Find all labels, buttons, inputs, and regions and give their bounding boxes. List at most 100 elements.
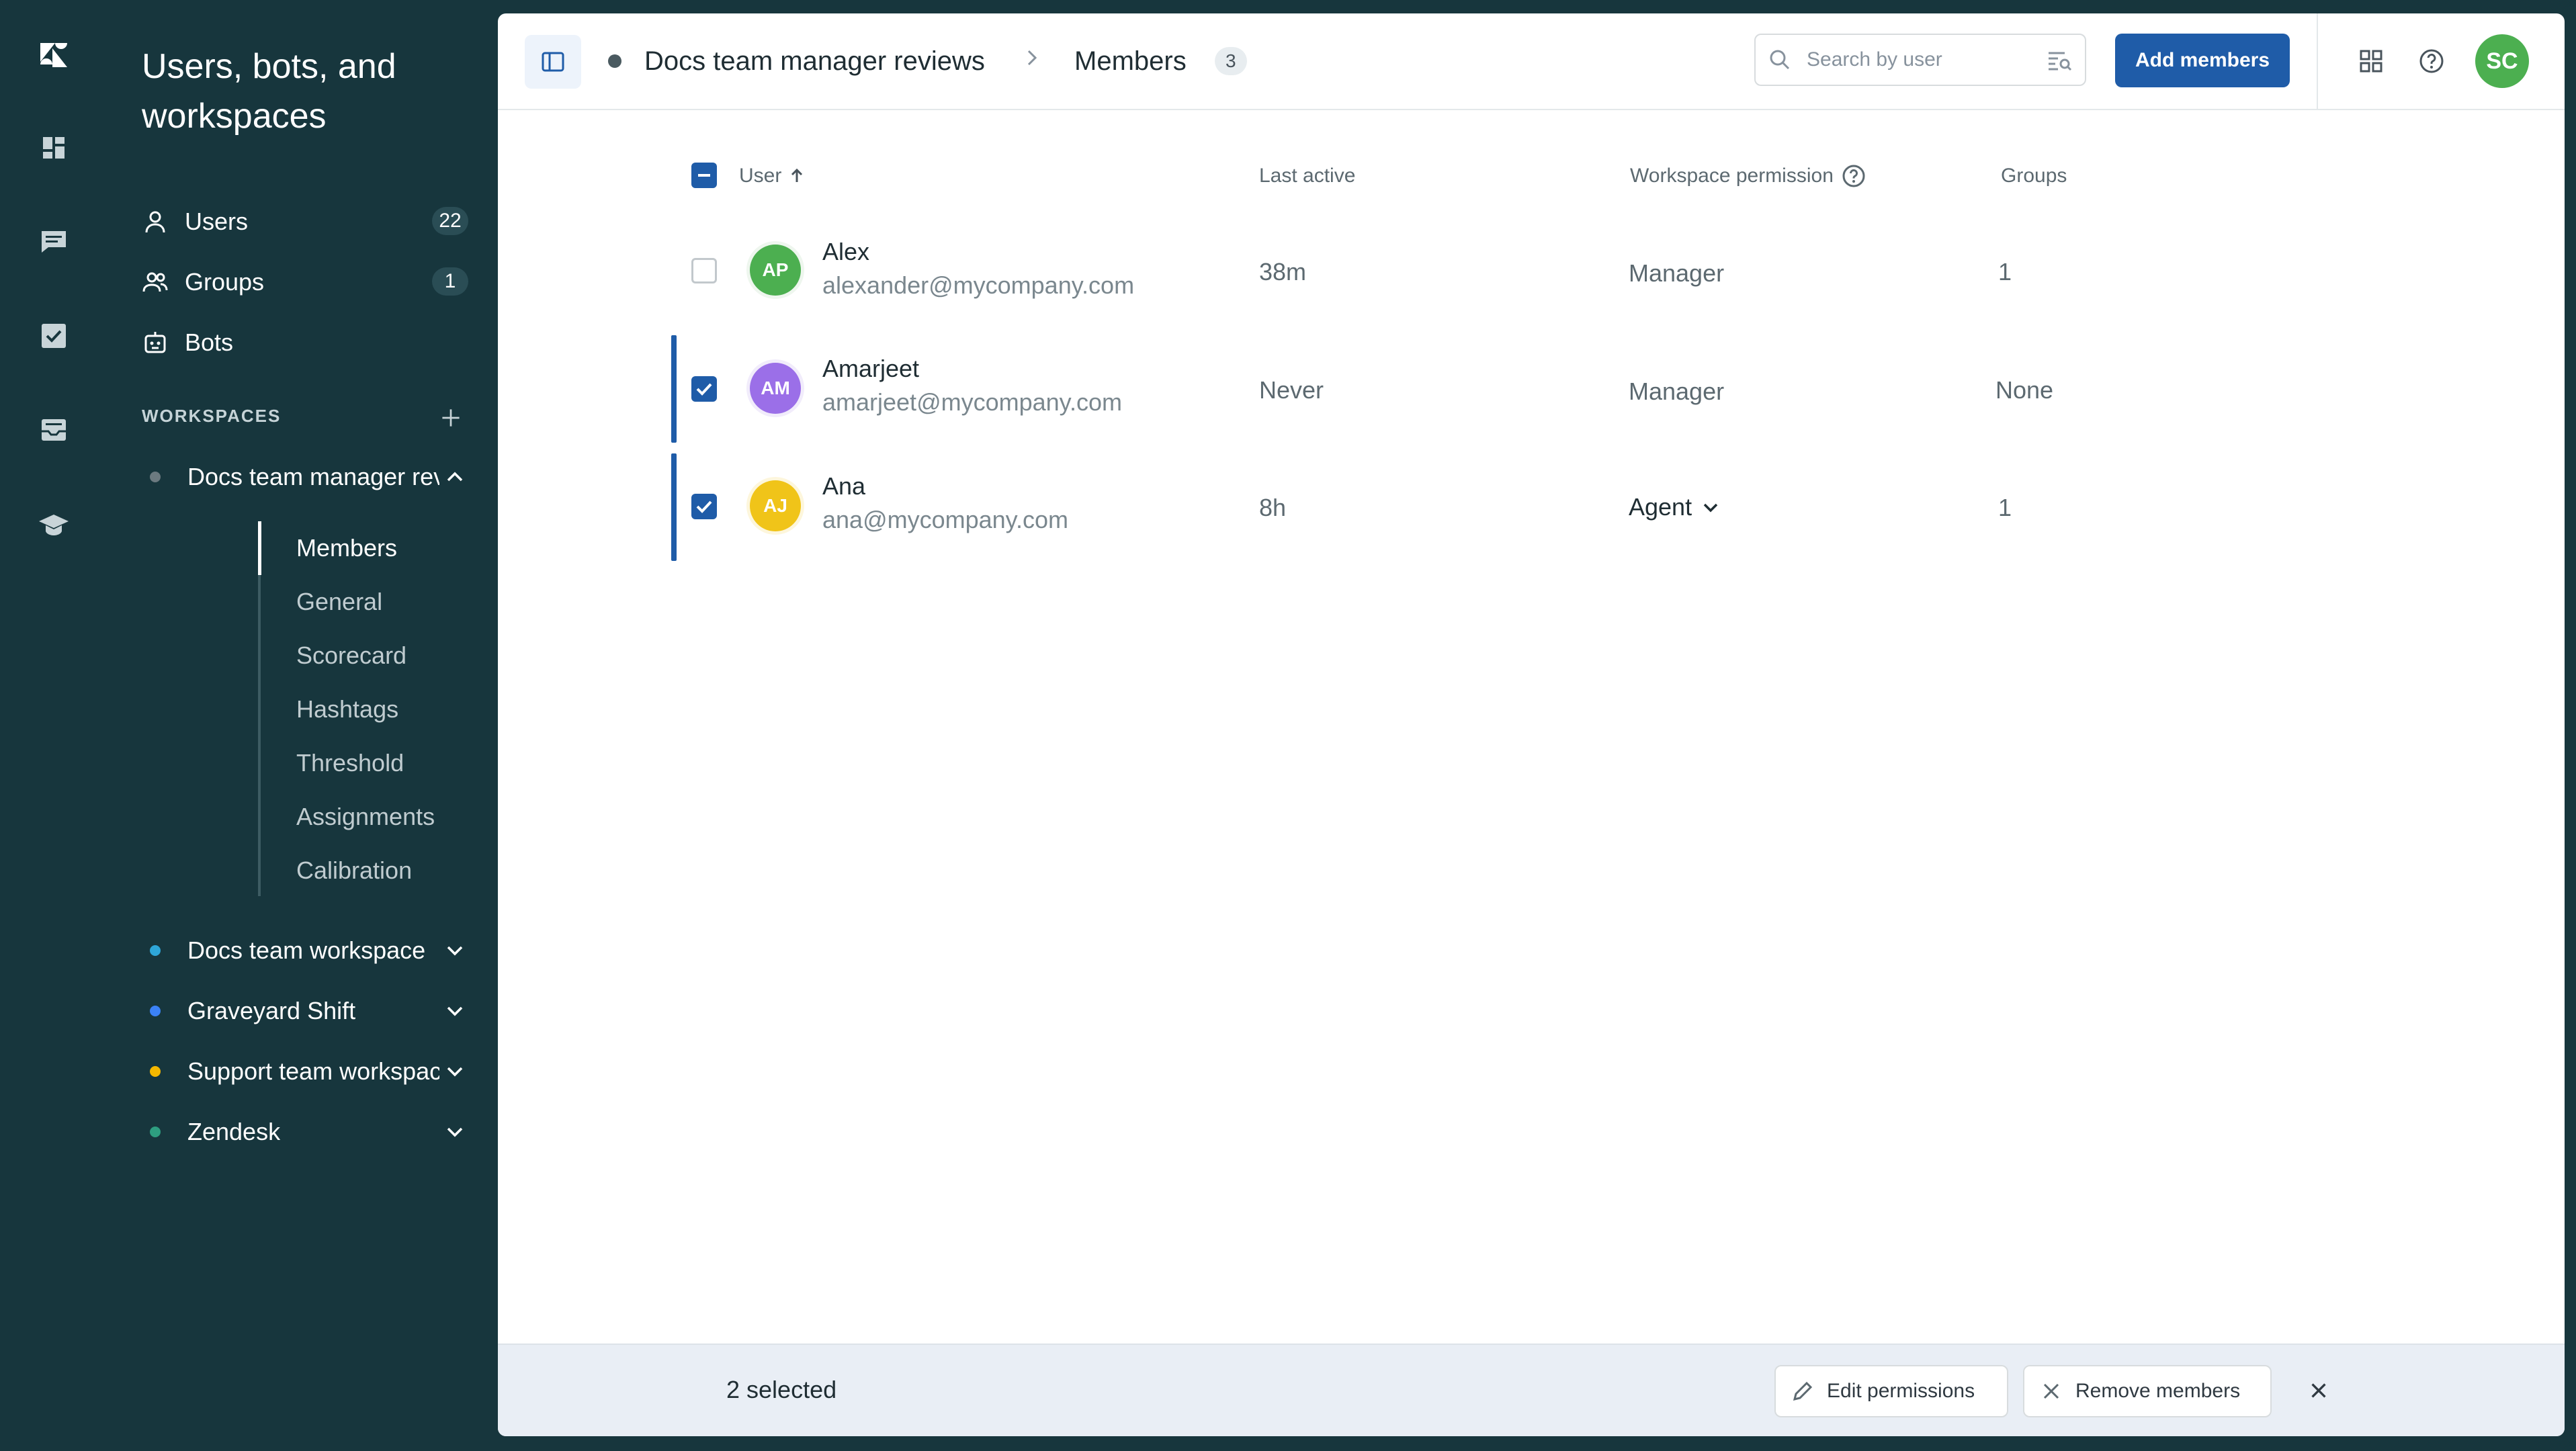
groups-count-badge: 1 [432, 267, 468, 296]
sidebar-item-label: Bots [185, 328, 234, 356]
workspace-item-support-team[interactable]: Support team workspace [140, 1045, 476, 1098]
subnav-item-members[interactable]: Members [296, 521, 397, 575]
chevron-down-icon[interactable] [441, 1058, 468, 1085]
workspace-label: Zendesk [187, 1118, 281, 1145]
sidebar-item-label: Groups [185, 268, 265, 296]
subnav-item-assignments[interactable]: Assignments [296, 790, 435, 844]
group-icon [140, 267, 170, 297]
workspace-label: Support team workspace [187, 1057, 439, 1085]
workspace-item-docs-manager-reviews[interactable]: Docs team manager reviews [140, 450, 476, 504]
pencil-icon [1793, 1381, 1813, 1401]
row-selected-indicator [671, 335, 677, 443]
remove-members-button[interactable]: Remove members [2023, 1365, 2272, 1417]
zendesk-logo-icon[interactable] [32, 34, 75, 77]
chevron-right-icon [1027, 50, 1037, 66]
remove-members-label: Remove members [2075, 1380, 2241, 1402]
subnav-track [258, 521, 261, 896]
add-members-button[interactable]: Add members [2115, 34, 2290, 87]
user-avatar[interactable]: SC [2475, 34, 2529, 88]
user-name: Amarjeet [822, 355, 920, 382]
user-email: amarjeet@mycompany.com [822, 388, 1123, 416]
workspace-color-dot [150, 1006, 161, 1016]
row-checkbox[interactable] [691, 494, 717, 519]
row-checkbox[interactable] [691, 258, 717, 283]
search-icon [1770, 50, 1790, 70]
row-selected-indicator [671, 453, 677, 561]
column-header-label: Workspace permission [1630, 165, 1834, 187]
page-title: Members [1074, 46, 1187, 76]
selected-count: 2 selected [726, 1376, 837, 1403]
permission-value: Manager [1629, 259, 1725, 287]
workspace-label: Docs team workspace [187, 936, 426, 964]
column-header-permission[interactable]: Workspace permission [1630, 161, 1867, 191]
members-count-badge: 3 [1215, 47, 1247, 75]
help-icon[interactable] [2415, 44, 2448, 78]
divider [2317, 13, 2318, 109]
permission-selected-value: Agent [1629, 493, 1692, 521]
row-checkbox[interactable] [691, 376, 717, 402]
main-panel: Docs team manager reviews Members 3 Add … [498, 13, 2565, 1436]
user-email: ana@mycompany.com [822, 506, 1069, 533]
subnav-item-threshold[interactable]: Threshold [296, 736, 404, 790]
column-header-last-active[interactable]: Last active [1259, 161, 1355, 191]
workspace-color-dot [150, 945, 161, 956]
chevron-down-icon[interactable] [441, 998, 468, 1024]
edit-permissions-label: Edit permissions [1827, 1380, 1975, 1402]
search-field[interactable] [1754, 34, 2086, 86]
search-input[interactable] [1805, 48, 2030, 72]
permission-dropdown[interactable]: Agent [1629, 493, 1721, 521]
users-count-badge: 22 [432, 207, 468, 235]
tasks-icon[interactable] [32, 314, 75, 357]
app-rail [0, 0, 108, 1451]
sidebar-item-users[interactable]: Users 22 [140, 195, 476, 249]
workspace-item-docs-team[interactable]: Docs team workspace [140, 924, 476, 977]
workspace-color-dot [150, 1127, 161, 1137]
workspace-label: Docs team manager reviews [187, 463, 439, 490]
checkmark-icon [696, 500, 712, 513]
column-header-user[interactable]: User [739, 161, 807, 191]
sidebar-panel-icon [542, 52, 564, 72]
arrow-up-icon [791, 168, 803, 182]
edit-permissions-button[interactable]: Edit permissions [1774, 1365, 2008, 1417]
column-header-groups[interactable]: Groups [2001, 161, 2067, 191]
subnav-item-scorecard[interactable]: Scorecard [296, 629, 406, 683]
sidebar-title: Users, bots, and workspaces [142, 47, 396, 136]
apps-grid-icon[interactable] [2354, 44, 2388, 78]
last-active-value: 38m [1259, 258, 1307, 285]
filter-list-icon[interactable] [2046, 46, 2073, 73]
dashboard-icon[interactable] [32, 126, 75, 169]
user-email: alexander@mycompany.com [822, 271, 1135, 299]
breadcrumb-workspace[interactable]: Docs team manager reviews [644, 40, 985, 82]
sidebar-item-bots[interactable]: Bots [140, 316, 476, 369]
avatar: AJ [750, 480, 801, 531]
checkmark-icon [696, 383, 712, 396]
select-all-checkbox[interactable] [691, 163, 717, 188]
workspace-color-dot [150, 472, 161, 482]
subnav-item-calibration[interactable]: Calibration [296, 844, 412, 897]
minus-icon [698, 174, 710, 177]
workspace-label: Graveyard Shift [187, 997, 356, 1024]
groups-value: 1 [1998, 494, 2012, 521]
avatar: AM [750, 363, 801, 414]
close-icon[interactable] [2304, 1376, 2333, 1405]
workspace-item-zendesk[interactable]: Zendesk [140, 1105, 476, 1159]
conversations-icon[interactable] [32, 220, 75, 263]
workspace-item-graveyard-shift[interactable]: Graveyard Shift [140, 984, 476, 1038]
groups-value: 1 [1998, 258, 2012, 285]
workspace-color-dot [150, 1066, 161, 1077]
subnav-item-hashtags[interactable]: Hashtags [296, 683, 398, 736]
subnav-item-general[interactable]: General [296, 575, 382, 629]
add-workspace-plus-icon[interactable] [431, 398, 471, 438]
chevron-down-icon[interactable] [441, 1118, 468, 1145]
sidebar-toggle-button[interactable] [525, 35, 581, 89]
workspaces-heading: WORKSPACES [142, 406, 282, 426]
x-icon [2043, 1383, 2059, 1399]
sidebar-item-groups[interactable]: Groups 1 [140, 255, 476, 309]
help-circle-icon[interactable] [1840, 163, 1867, 189]
inbox-icon[interactable] [32, 408, 75, 451]
permission-value: Manager [1629, 378, 1725, 405]
bulk-action-bar: 2 selected Edit permissions Remove membe… [498, 1344, 2565, 1436]
chevron-up-icon[interactable] [441, 464, 468, 490]
chevron-down-icon[interactable] [441, 937, 468, 964]
training-icon[interactable] [32, 502, 75, 545]
